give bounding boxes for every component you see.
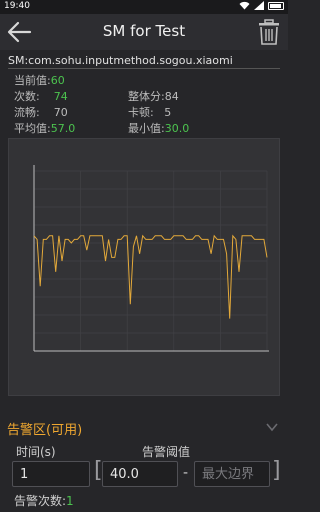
threshold-min-input[interactable] xyxy=(102,461,178,487)
stat-avg-value: 57.0 xyxy=(50,122,76,135)
stat-score-value: 84 xyxy=(164,90,179,103)
stat-count: 次数: 74 xyxy=(14,88,68,104)
stat-avg-label: 平均值: xyxy=(14,122,51,135)
stat-smooth-value: 70 xyxy=(53,106,68,119)
stat-current: 当前值:60 xyxy=(14,72,65,88)
wifi-icon xyxy=(239,1,250,10)
threshold-max-input[interactable] xyxy=(194,461,270,487)
chevron-down-icon[interactable] xyxy=(266,422,278,432)
status-bar: 19:40 xyxy=(0,0,288,14)
status-icons xyxy=(239,1,284,10)
series-line-0 xyxy=(33,234,268,319)
alarm-threshold-label: 告警阈值 xyxy=(142,445,191,459)
stat-lag-value: 5 xyxy=(164,106,172,119)
stat-count-value: 74 xyxy=(53,90,68,103)
stat-smooth: 流畅: 70 xyxy=(14,104,68,120)
stat-min-label: 最小值: xyxy=(128,122,165,135)
alarm-count: 告警次数:1 xyxy=(14,492,74,509)
stat-avg: 平均值:57.0 xyxy=(14,120,75,136)
battery-icon xyxy=(268,1,284,10)
fps-chart xyxy=(8,138,280,396)
alarm-count-label: 告警次数: xyxy=(14,494,67,508)
alarm-header[interactable]: 告警区(可用) xyxy=(0,418,288,438)
range-dash: - xyxy=(183,465,189,481)
page-title: SM for Test xyxy=(102,22,186,40)
stat-min: 最小值:30.0 xyxy=(128,120,189,136)
stat-min-value: 30.0 xyxy=(164,122,190,135)
right-bracket: ] xyxy=(272,458,281,483)
stat-current-label: 当前值: xyxy=(14,74,51,87)
stat-lag-label: 卡顿: xyxy=(128,106,154,119)
stat-lag: 卡顿: 5 xyxy=(128,104,171,120)
stat-smooth-label: 流畅: xyxy=(14,106,40,119)
fps-line-chart xyxy=(33,165,269,352)
divider xyxy=(8,68,280,69)
trash-icon[interactable] xyxy=(258,19,280,45)
stat-count-label: 次数: xyxy=(14,90,40,103)
alarm-count-value: 1 xyxy=(66,494,74,508)
top-bar: SM for Test xyxy=(0,14,288,50)
stat-current-value: 60 xyxy=(50,74,65,87)
package-name: SM:com.sohu.inputmethod.sogou.xiaomi xyxy=(8,54,233,67)
alarm-time-label: 时间(s) xyxy=(16,445,56,459)
stat-score-label: 整体分: xyxy=(128,90,165,103)
stat-score: 整体分:84 xyxy=(128,88,179,104)
status-time: 19:40 xyxy=(4,1,30,11)
alarm-time-input[interactable] xyxy=(12,461,90,487)
signal-icon xyxy=(254,1,264,10)
alarm-title: 告警区(可用) xyxy=(7,423,83,438)
